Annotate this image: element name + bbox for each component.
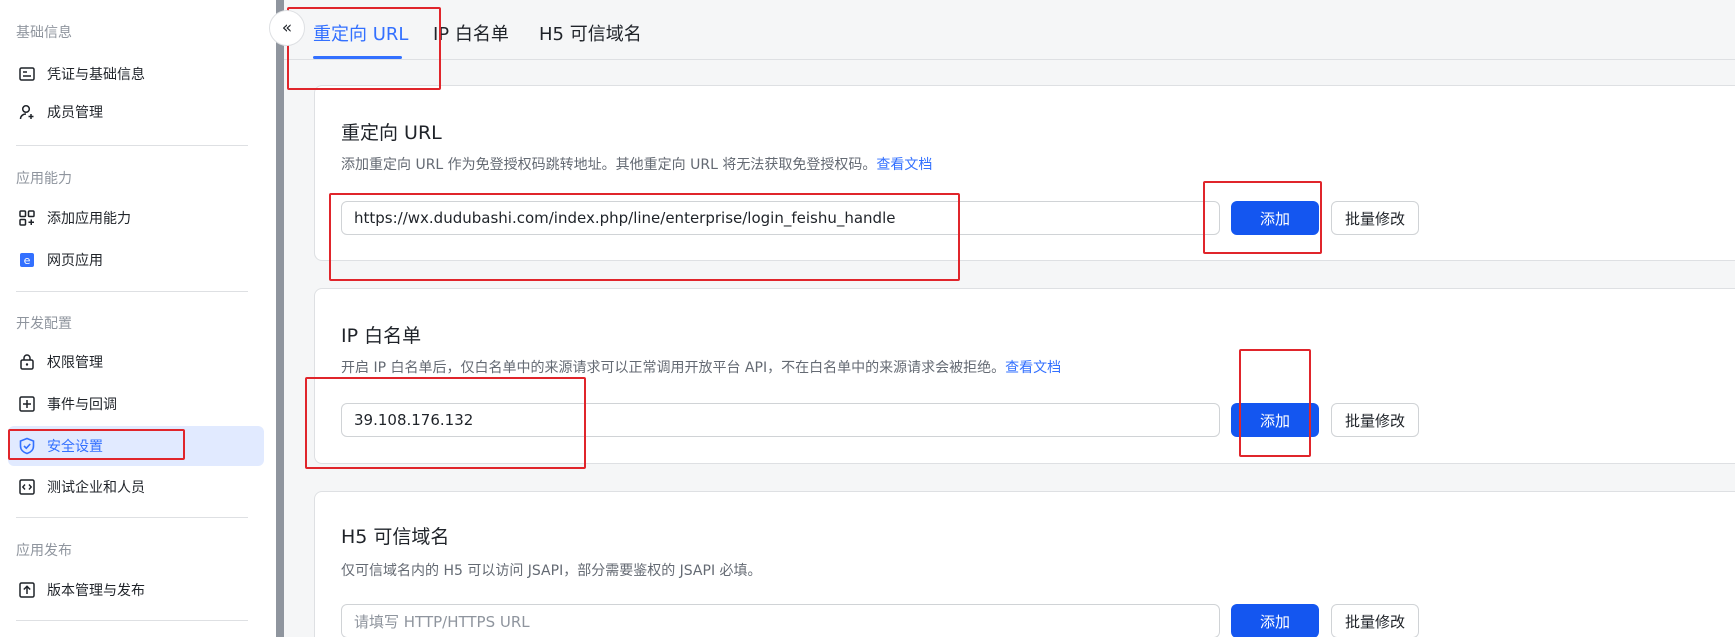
shield-icon — [17, 436, 37, 456]
section-title-app-capabilities: 应用能力 — [16, 171, 72, 187]
add-button[interactable]: 添加 — [1231, 201, 1319, 235]
view-docs-link[interactable]: 查看文档 — [1005, 360, 1061, 376]
sidebar-item-credentials[interactable]: 凭证与基础信息 — [8, 54, 264, 94]
sidebar-item-label: 安全设置 — [47, 439, 103, 455]
tab-active-indicator — [313, 56, 402, 59]
description-text: 仅可信域名内的 H5 可以访问 JSAPI，部分需要鉴权的 JSAPI 必填。 — [341, 563, 762, 579]
card-title: IP 白名单 — [341, 325, 422, 347]
section-title-release: 应用发布 — [16, 543, 72, 559]
sidebar-item-label: 凭证与基础信息 — [47, 67, 145, 83]
web-app-icon: e — [17, 250, 37, 270]
tab-ip-whitelist[interactable]: IP 白名单 — [433, 20, 509, 46]
sidebar-item-label: 测试企业和人员 — [47, 480, 145, 496]
ip-whitelist-card: IP 白名单 开启 IP 白名单后，仅白名单中的来源请求可以正常调用开放平台 A… — [314, 288, 1735, 464]
section-title-dev-config: 开发配置 — [16, 316, 72, 332]
sidebar-item-web-app[interactable]: e 网页应用 — [8, 240, 264, 280]
card-title: 重定向 URL — [341, 122, 442, 144]
card-description: 添加重定向 URL 作为免登授权码跳转地址。其他重定向 URL 将无法获取免登授… — [341, 154, 932, 174]
card-description: 仅可信域名内的 H5 可以访问 JSAPI，部分需要鉴权的 JSAPI 必填。 — [341, 560, 762, 580]
member-add-icon — [17, 102, 37, 122]
sidebar-divider — [16, 517, 248, 518]
description-text: 开启 IP 白名单后，仅白名单中的来源请求可以正常调用开放平台 API，不在白名… — [341, 360, 1006, 376]
sidebar-item-label: 添加应用能力 — [47, 211, 131, 227]
sidebar-divider — [16, 291, 248, 292]
sidebar-item-add-capability[interactable]: 添加应用能力 — [8, 198, 264, 238]
sidebar-item-label: 版本管理与发布 — [47, 583, 145, 599]
batch-edit-button[interactable]: 批量修改 — [1331, 403, 1419, 437]
sidebar: 基础信息 凭证与基础信息 成员管理 应用能力 添加应用能力 e 网页应用 开发配… — [0, 0, 276, 637]
ip-whitelist-input[interactable]: 39.108.176.132 — [341, 403, 1220, 437]
code-test-icon — [17, 477, 37, 497]
view-docs-link[interactable]: 查看文档 — [876, 157, 932, 173]
event-callback-icon — [17, 394, 37, 414]
h5-domain-input[interactable]: 请填写 HTTP/HTTPS URL — [341, 604, 1220, 637]
sidebar-divider — [16, 620, 248, 621]
description-text: 添加重定向 URL 作为免登授权码跳转地址。其他重定向 URL 将无法获取免登授… — [341, 157, 877, 173]
double-chevron-left-icon: « — [281, 18, 293, 38]
batch-edit-button[interactable]: 批量修改 — [1331, 201, 1419, 235]
redirect-url-input[interactable]: https://wx.dudubashi.com/index.php/line/… — [341, 201, 1220, 235]
tab-h5-domain[interactable]: H5 可信域名 — [539, 20, 642, 46]
tab-redirect-url[interactable]: 重定向 URL — [313, 20, 408, 46]
sidebar-divider — [16, 145, 248, 146]
card-description: 开启 IP 白名单后，仅白名单中的来源请求可以正常调用开放平台 API，不在白名… — [341, 357, 1061, 377]
add-button[interactable]: 添加 — [1231, 604, 1319, 637]
credential-card-icon — [17, 64, 37, 84]
section-title-basic-info: 基础信息 — [16, 25, 72, 41]
redirect-url-card: 重定向 URL 添加重定向 URL 作为免登授权码跳转地址。其他重定向 URL … — [314, 85, 1735, 261]
upload-release-icon — [17, 580, 37, 600]
sidebar-item-test-enterprise[interactable]: 测试企业和人员 — [8, 467, 264, 507]
sidebar-item-events[interactable]: 事件与回调 — [8, 384, 264, 424]
collapse-sidebar-button[interactable]: « — [269, 10, 305, 46]
add-capability-icon — [17, 208, 37, 228]
sidebar-item-label: 成员管理 — [47, 105, 103, 121]
svg-text:e: e — [24, 254, 31, 267]
sidebar-item-label: 事件与回调 — [47, 397, 117, 413]
sidebar-item-security[interactable]: 安全设置 — [8, 426, 264, 466]
h5-domain-card: H5 可信域名 仅可信域名内的 H5 可以访问 JSAPI，部分需要鉴权的 JS… — [314, 491, 1735, 637]
permission-lock-icon — [17, 352, 37, 372]
sidebar-item-version-release[interactable]: 版本管理与发布 — [8, 570, 264, 610]
sidebar-item-permissions[interactable]: 权限管理 — [8, 342, 264, 382]
batch-edit-button[interactable]: 批量修改 — [1331, 604, 1419, 637]
add-button[interactable]: 添加 — [1231, 403, 1319, 437]
sidebar-scrollbar[interactable] — [276, 0, 284, 637]
sidebar-item-label: 权限管理 — [47, 355, 103, 371]
sidebar-item-members[interactable]: 成员管理 — [8, 92, 264, 132]
card-title: H5 可信域名 — [341, 526, 450, 548]
sidebar-item-label: 网页应用 — [47, 253, 103, 269]
